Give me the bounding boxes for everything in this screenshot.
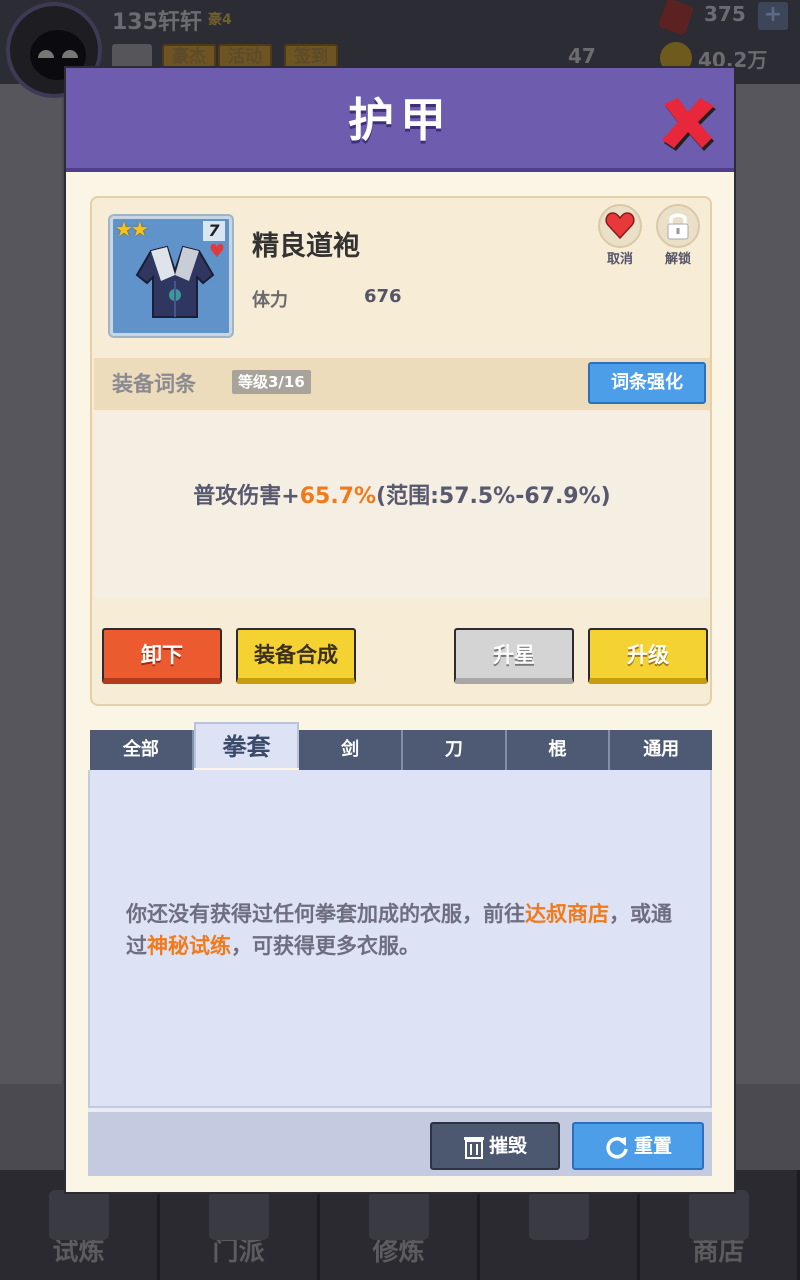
cancel-label: 取消 bbox=[606, 252, 633, 267]
reset-label: 重置 bbox=[633, 1135, 672, 1157]
dialog-title: 护甲 bbox=[348, 93, 452, 147]
lock-icon bbox=[667, 213, 689, 240]
mail-icon[interactable] bbox=[112, 44, 152, 70]
refresh-icon bbox=[606, 1136, 628, 1158]
weapon-type-tabs: 全部 拳套 剑 刀 棍 通用 bbox=[90, 722, 713, 770]
stamina-count: 47 bbox=[568, 44, 596, 68]
affix-title: 装备词条 bbox=[112, 372, 196, 396]
tab-staff[interactable]: 棍 bbox=[506, 730, 611, 770]
synthesize-button[interactable]: 装备合成 bbox=[236, 628, 356, 684]
tab-general[interactable]: 通用 bbox=[610, 730, 713, 770]
item-name: 精良道袍 bbox=[252, 231, 360, 262]
checkin-button[interactable]: 签到 bbox=[284, 44, 338, 70]
star-up-button[interactable]: 升星 bbox=[454, 628, 574, 684]
dialog-footer: 摧毁 重置 bbox=[88, 1108, 712, 1176]
tab-all[interactable]: 全部 bbox=[90, 730, 194, 770]
shop-link[interactable]: 达叔商店 bbox=[525, 902, 609, 926]
unequip-button[interactable]: 卸下 bbox=[102, 628, 222, 684]
destroy-label: 摧毁 bbox=[488, 1135, 527, 1157]
affix-level-badge: 等级3/16 bbox=[232, 370, 311, 394]
heart-icon bbox=[605, 212, 635, 240]
unlock-button[interactable]: 解锁 bbox=[654, 204, 702, 267]
add-gems-button[interactable]: + bbox=[758, 2, 788, 30]
temple-icon bbox=[208, 1190, 269, 1240]
armor-dialog: 护甲 ★★ 7 ♥ 精良道袍 体力 676 取消 解锁 装备词条 等级3/16 … bbox=[66, 68, 734, 1192]
events-button[interactable]: 活动 bbox=[218, 44, 272, 70]
affix-area: 普攻伤害+65.7%(范围:57.5%-67.9%) bbox=[94, 412, 710, 598]
cancel-favorite-button[interactable]: 取消 bbox=[596, 204, 644, 267]
vip-badge: 豪4 bbox=[208, 12, 232, 28]
inventory-list: 你还没有获得过任何拳套加成的衣服，前往达叔商店，或通过神秘试练，可获得更多衣服。 bbox=[88, 770, 712, 1108]
tab-blade[interactable]: 刀 bbox=[403, 730, 507, 770]
destroy-button[interactable]: 摧毁 bbox=[430, 1122, 560, 1170]
robe-icon bbox=[135, 245, 215, 318]
item-icon[interactable]: ★★ 7 ♥ bbox=[110, 216, 232, 336]
gem-count: 375 bbox=[704, 2, 746, 26]
ninja-icon bbox=[48, 1190, 109, 1240]
crossed-swords-icon bbox=[528, 1190, 589, 1240]
tab-gloves[interactable]: 拳套 bbox=[193, 722, 300, 768]
scroll-icon bbox=[368, 1190, 429, 1240]
stat-value: 676 bbox=[364, 286, 402, 307]
trial-link[interactable]: 神秘试练 bbox=[147, 934, 231, 958]
stat-label: 体力 bbox=[252, 290, 288, 311]
item-level: 7 bbox=[203, 221, 225, 241]
star-rating-icon: ★★ bbox=[115, 217, 149, 241]
enhance-affix-button[interactable]: 词条强化 bbox=[588, 362, 706, 404]
affix-range: (范围:57.5%-67.9%) bbox=[376, 484, 611, 509]
affix-value: 65.7% bbox=[299, 484, 377, 509]
reset-button[interactable]: 重置 bbox=[572, 1122, 704, 1170]
shop-icon bbox=[688, 1190, 749, 1240]
upgrade-button[interactable]: 升级 bbox=[588, 628, 708, 684]
affix-bar: 装备词条 等级3/16 词条强化 bbox=[94, 358, 710, 410]
player-name: 135轩轩 bbox=[112, 10, 202, 35]
close-icon bbox=[662, 98, 716, 151]
unlock-label: 解锁 bbox=[664, 252, 691, 267]
trash-icon bbox=[463, 1136, 484, 1159]
affix-line: 普攻伤害+65.7%(范围:57.5%-67.9%) bbox=[193, 484, 611, 509]
empty-message: 你还没有获得过任何拳套加成的衣服，前往达叔商店，或通过神秘试练，可获得更多衣服。 bbox=[126, 902, 672, 958]
heroes-button[interactable]: 豪杰 bbox=[162, 44, 216, 70]
item-card: ★★ 7 ♥ 精良道袍 体力 676 取消 解锁 装备词条 等级3/16 词条强… bbox=[90, 196, 712, 706]
tab-sword[interactable]: 剑 bbox=[299, 730, 404, 770]
close-button[interactable] bbox=[656, 90, 720, 154]
